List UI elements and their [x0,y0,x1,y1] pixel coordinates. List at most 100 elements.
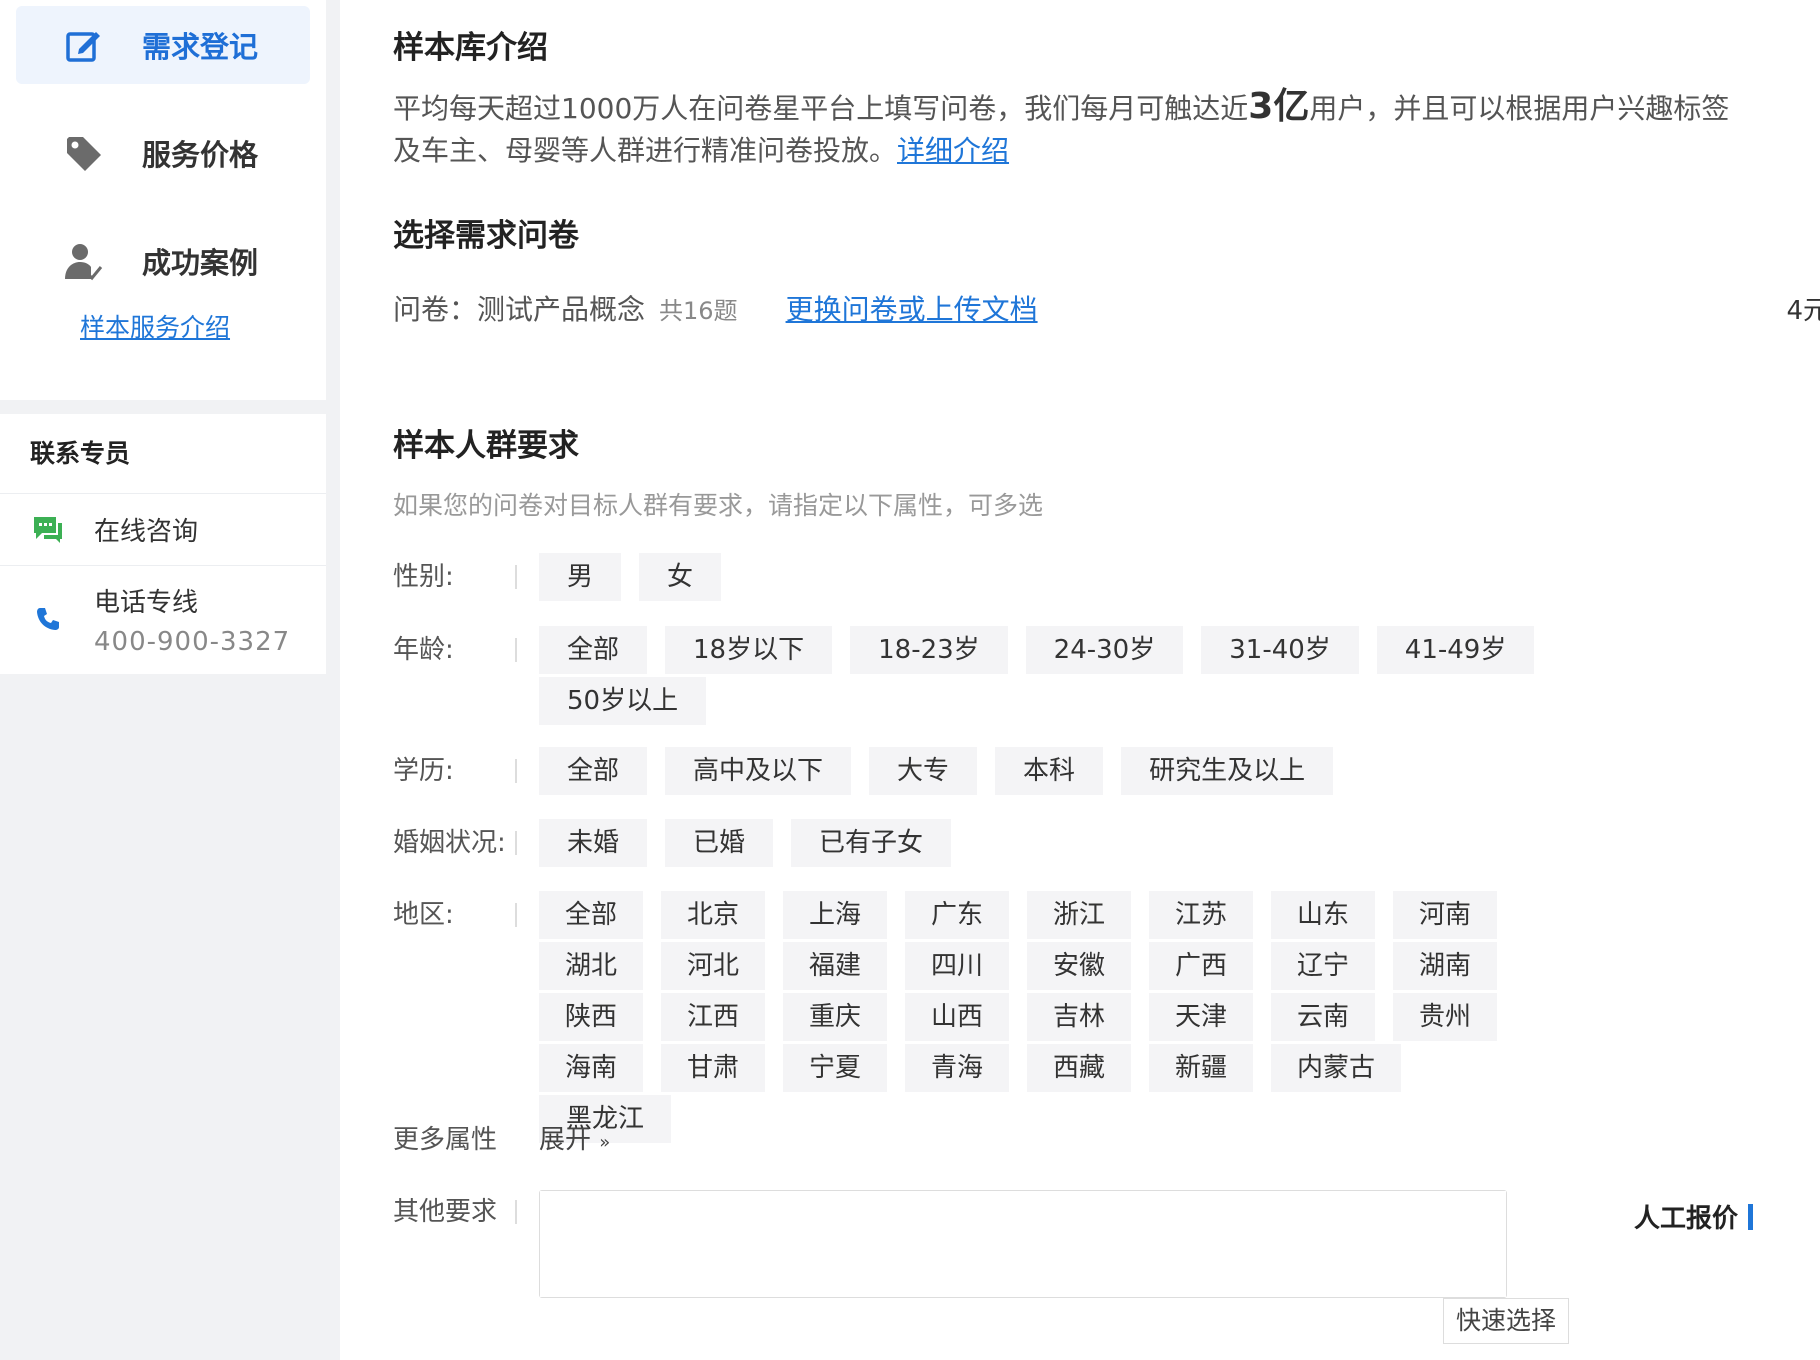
option-chip[interactable]: 贵州 [1393,993,1497,1041]
expand-label: 展开 [539,1125,592,1155]
option-chip[interactable]: 广西 [1149,942,1253,990]
option-chip[interactable]: 本科 [995,747,1104,795]
phone-number: 400-900-3327 [94,626,291,657]
manual-quote-indicator: 人工报价 [1634,1198,1753,1235]
option-chip[interactable]: 湖南 [1393,942,1497,990]
sample-service-link[interactable]: 样本服务介绍 [80,308,326,344]
chip-group-age: 全部 18岁以下 18-23岁 24-30岁 31-40岁 41-49岁 50岁以上 [539,626,1639,728]
region-label: 地区: [393,900,454,930]
option-chip[interactable]: 甘肃 [661,1044,765,1092]
option-chip[interactable]: 西藏 [1027,1044,1131,1092]
option-chip[interactable]: 浙江 [1027,891,1131,939]
label-separator [515,565,517,589]
attr-row-age: 年龄: 全部 18岁以下 18-23岁 24-30岁 31-40岁 41-49岁 50岁以上 [393,626,1639,728]
audience-hint: 如果您的问卷对目标人群有要求，请指定以下属性，可多选 [393,491,1044,520]
contact-card: 联系专员 在线咨询 电话专线 400-900-3327 [0,414,326,674]
other-requirements-box [539,1190,1507,1298]
option-chip[interactable]: 陕西 [539,993,643,1041]
intro-text-1: 平均每天超过1000万人在问卷星平台上填写问卷，我们每月可触达近 [393,92,1249,125]
option-chip[interactable]: 18-23岁 [850,626,1008,674]
option-chip[interactable]: 大专 [869,747,978,795]
section-title-sample-library: 样本库介绍 [393,30,548,66]
option-chip[interactable]: 已有子女 [791,819,952,867]
attr-row-more: 更多属性 展开 » [393,1116,610,1164]
double-chevron-down-icon: » [599,1132,611,1153]
option-chip[interactable]: 全部 [539,626,648,674]
option-chip[interactable]: 高中及以下 [665,747,852,795]
option-chip[interactable]: 内蒙古 [1271,1044,1401,1092]
phone-icon [30,601,66,637]
expand-button[interactable]: 展开 » [539,1116,610,1164]
option-chip[interactable]: 上海 [783,891,887,939]
option-chip[interactable]: 重庆 [783,993,887,1041]
attr-row-other: 其他要求 [393,1188,517,1236]
questionnaire-line: 问卷：测试产品概念 共16题 更换问卷或上传文档 [393,288,1753,328]
phone-text: 电话专线 400-900-3327 [94,582,290,657]
label-separator [515,759,517,783]
attr-label: 年龄: [393,626,517,674]
online-consult-button[interactable]: 在线咨询 [0,494,326,566]
price-indicator: 4元 [1786,290,1820,327]
option-chip[interactable]: 宁夏 [783,1044,887,1092]
option-chip[interactable]: 全部 [539,891,643,939]
option-chip[interactable]: 山西 [905,993,1009,1041]
attr-row-gender: 性别: 男女 [393,553,1639,604]
option-chip[interactable]: 50岁以上 [539,677,707,725]
option-chip[interactable]: 研究生及以上 [1121,747,1334,795]
detail-intro-link[interactable]: 详细介绍 [897,134,1009,167]
section-title-questionnaire: 选择需求问卷 [393,218,579,254]
option-chip[interactable]: 河南 [1393,891,1497,939]
quick-select-button[interactable]: 快速选择 [1443,1298,1569,1344]
option-chip[interactable]: 北京 [661,891,765,939]
age-label: 年龄: [393,635,454,665]
option-chip[interactable]: 江西 [661,993,765,1041]
option-chip[interactable]: 山东 [1271,891,1375,939]
option-chip[interactable]: 河北 [661,942,765,990]
option-chip[interactable]: 吉林 [1027,993,1131,1041]
option-chip[interactable]: 18岁以下 [665,626,833,674]
option-chip[interactable]: 男 [539,553,622,601]
option-chip[interactable]: 24-30岁 [1025,626,1184,674]
option-chip[interactable]: 广东 [905,891,1009,939]
option-chip[interactable]: 海南 [539,1044,643,1092]
nav-item-cases[interactable]: 成功案例 [16,222,310,300]
option-chip[interactable]: 四川 [905,942,1009,990]
nav-item-pricing[interactable]: 服务价格 [16,114,310,192]
option-chip[interactable]: 天津 [1149,993,1253,1041]
attr-row-marital: 婚姻状况: 未婚 已婚 已有子女 [393,819,1639,870]
other-requirements-input[interactable] [540,1191,1506,1297]
chat-icon [30,512,66,548]
option-chip[interactable]: 全部 [539,747,648,795]
option-chip[interactable]: 辽宁 [1271,942,1375,990]
change-questionnaire-link[interactable]: 更换问卷或上传文档 [786,288,1038,328]
option-chip[interactable]: 福建 [783,942,887,990]
contact-title: 联系专员 [0,414,326,494]
option-chip[interactable]: 41-49岁 [1376,626,1535,674]
price-value: 4元 [1786,296,1820,326]
option-chip[interactable]: 云南 [1271,993,1375,1041]
label-separator [515,903,517,927]
gender-label: 性别: [393,562,454,592]
option-chip[interactable]: 31-40岁 [1201,626,1359,674]
more-attributes-label: 更多属性 [393,1125,498,1155]
option-chip[interactable]: 女 [639,553,722,601]
option-chip[interactable]: 江苏 [1149,891,1253,939]
manual-quote-label: 人工报价 [1633,1204,1738,1234]
option-chip[interactable]: 安徽 [1027,942,1131,990]
attr-label: 学历: [393,747,517,795]
questionnaire-name: 问卷：测试产品概念 [393,293,646,326]
nav-card: 需求登记 服务价格 成功案例 样本服务介绍 [0,0,326,400]
label-separator [515,638,517,662]
option-chip[interactable]: 未婚 [539,819,648,867]
option-chip[interactable]: 湖北 [539,942,643,990]
attr-row-region: 地区: 全部 北京 上海 广东 浙江 江苏 山东 河南湖北 河北 福建 四川 安徽 广西 辽宁 湖南陕西 江西… [393,891,1559,1146]
nav-label: 服务价格 [142,138,259,172]
chip-group-region: 全部 北京 上海 广东 浙江 江苏 山东 河南湖北 河北 福建 四川 安徽 广西 辽宁 湖南陕西 江西 重庆 山西… [539,891,1559,1146]
attr-label: 地区: [393,891,517,939]
option-chip[interactable]: 青海 [905,1044,1009,1092]
label-separator [515,1200,517,1224]
option-chip[interactable]: 新疆 [1149,1044,1253,1092]
option-chip[interactable]: 已婚 [665,819,774,867]
chip-group-education: 全部 高中及以下 大专 本科 研究生及以上 [539,747,1639,798]
nav-item-requirement[interactable]: 需求登记 [16,6,310,84]
